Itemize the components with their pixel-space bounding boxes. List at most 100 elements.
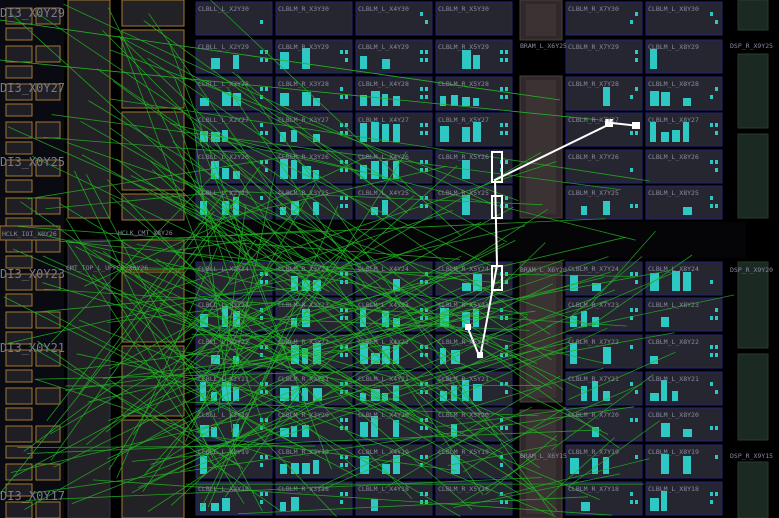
- used-ff: [340, 87, 343, 91]
- used-ff: [505, 426, 508, 430]
- used-ff: [710, 95, 713, 99]
- tile-label: CLBLL_L_X2Y18: [198, 485, 249, 493]
- io-tile: [5, 425, 33, 443]
- io-site-label: DI3_X0Y25: [0, 155, 65, 169]
- io-site-label: DI3_X0Y21: [0, 341, 65, 355]
- used-ff: [340, 95, 343, 99]
- used-cell: [313, 202, 319, 215]
- used-ff: [260, 280, 263, 284]
- tile-label: CLBLM_R_X3Y19: [278, 448, 329, 456]
- tile-label: CLBLM_R_X7Y18: [568, 485, 619, 493]
- used-ff: [260, 492, 263, 496]
- tile-label: CLBLM_R_X3Y28: [278, 80, 329, 88]
- tile-label: CLBLM_R_X7Y25: [568, 189, 619, 197]
- dsp-label: DSP_R_X9Y25: [730, 42, 773, 50]
- dsp-label: DSP_R_X9Y15: [730, 452, 773, 460]
- tile-label: CLBLL_L_X2Y28: [198, 80, 249, 88]
- tile-label: CLBLM_R_X5Y30: [438, 5, 489, 13]
- tile-label: CLBLM_L_X4Y25: [358, 189, 409, 197]
- used-cell: [360, 56, 367, 69]
- used-ff: [260, 123, 263, 127]
- tile-label: CLBLL_L_X2Y21: [198, 375, 249, 383]
- dsp-tile: [737, 261, 769, 349]
- used-ff: [345, 123, 348, 127]
- tile-label: CLBLL_L_X2Y19: [198, 448, 249, 456]
- dsp-column: [737, 0, 769, 518]
- selected-net-node[interactable]: [477, 352, 483, 358]
- used-ff: [340, 353, 343, 357]
- used-ff: [710, 345, 713, 349]
- used-cell: [603, 347, 611, 364]
- used-ff: [710, 123, 713, 127]
- tile-label: CLBLM_R_X7Y19: [568, 448, 619, 456]
- used-ff: [630, 95, 633, 99]
- used-ff: [635, 390, 638, 394]
- used-cell: [683, 207, 692, 215]
- tile-label: CLBLM_L_X8Y20: [648, 411, 699, 419]
- used-ff: [340, 50, 343, 54]
- used-ff: [715, 131, 718, 135]
- used-cell: [360, 123, 367, 142]
- tile-label: CLBLM_R_X3Y18: [278, 485, 329, 493]
- tile-label: CLBLM_L_X8Y19: [648, 448, 699, 456]
- used-ff: [630, 204, 633, 208]
- used-ff: [630, 492, 633, 496]
- used-ff: [265, 87, 268, 91]
- clock-region-column: [67, 0, 185, 518]
- used-ff: [715, 20, 718, 24]
- used-ff: [635, 272, 638, 276]
- used-ff: [630, 308, 633, 312]
- used-ff: [710, 316, 713, 320]
- selected-net-node[interactable]: [632, 122, 640, 129]
- used-ff: [425, 492, 428, 496]
- used-ff: [505, 50, 508, 54]
- used-ff: [260, 500, 263, 504]
- used-cell: [592, 381, 598, 401]
- tile-label: CLBLM_R_X7Y24: [568, 265, 619, 273]
- io-tile: [5, 387, 33, 405]
- used-cell: [683, 429, 692, 437]
- used-cell: [280, 93, 289, 106]
- used-ff: [505, 160, 508, 164]
- used-cell: [661, 491, 667, 511]
- tile-label: CLBLM_L_X8Y24: [648, 265, 699, 273]
- tile-label: CLBLM_L_X8Y18: [648, 485, 699, 493]
- used-ff: [345, 95, 348, 99]
- used-ff: [425, 87, 428, 91]
- used-cell: [313, 460, 319, 474]
- tile-label: CLBLM_R_X3Y20: [278, 411, 329, 419]
- used-ff: [715, 426, 718, 430]
- tile-label: CLBLM_R_X3Y25: [278, 189, 329, 197]
- used-ff: [710, 280, 713, 284]
- used-cell: [650, 498, 659, 511]
- used-cell: [661, 132, 669, 142]
- tile-label: CLBLM_L_X8Y25: [648, 189, 699, 197]
- used-ff: [710, 204, 713, 208]
- tile-label: CLBLM_L_X4Y21: [358, 375, 409, 383]
- used-ff: [715, 123, 718, 127]
- used-ff: [710, 492, 713, 496]
- used-ff: [345, 204, 348, 208]
- tile-label: CLBLL_L_X2Y22: [198, 338, 249, 346]
- used-ff: [500, 87, 503, 91]
- used-ff: [505, 123, 508, 127]
- tile-label: CLBLM_L_X8Y30: [648, 5, 699, 13]
- tile-label: CLBLM_R_X5Y27: [438, 116, 489, 124]
- used-cell: [280, 464, 287, 474]
- used-ff: [710, 12, 713, 16]
- device-fabric-view[interactable]: DI3_X0Y29 DI3_X0Y27 DI3_X0Y25 DI3_X0Y23 DI3_…: [0, 0, 779, 518]
- selected-net-node[interactable]: [465, 324, 471, 330]
- tile-label: CLBLM_R_X5Y25: [438, 189, 489, 197]
- io-tile: [5, 407, 33, 421]
- tile-label: CLBLM_L_X4Y24: [358, 265, 409, 273]
- used-cell: [393, 124, 400, 142]
- io-tile: [5, 369, 33, 383]
- used-ff: [500, 131, 503, 135]
- used-cell: [302, 388, 308, 401]
- tile-label: CLBLM_R_X5Y23: [438, 301, 489, 309]
- used-cell: [603, 87, 610, 106]
- tile-label: CLBLM_R_X5Y26: [438, 153, 489, 161]
- used-ff: [710, 353, 713, 357]
- io-site-label: DI3_X0Y17: [0, 489, 65, 503]
- used-cell: [360, 422, 368, 437]
